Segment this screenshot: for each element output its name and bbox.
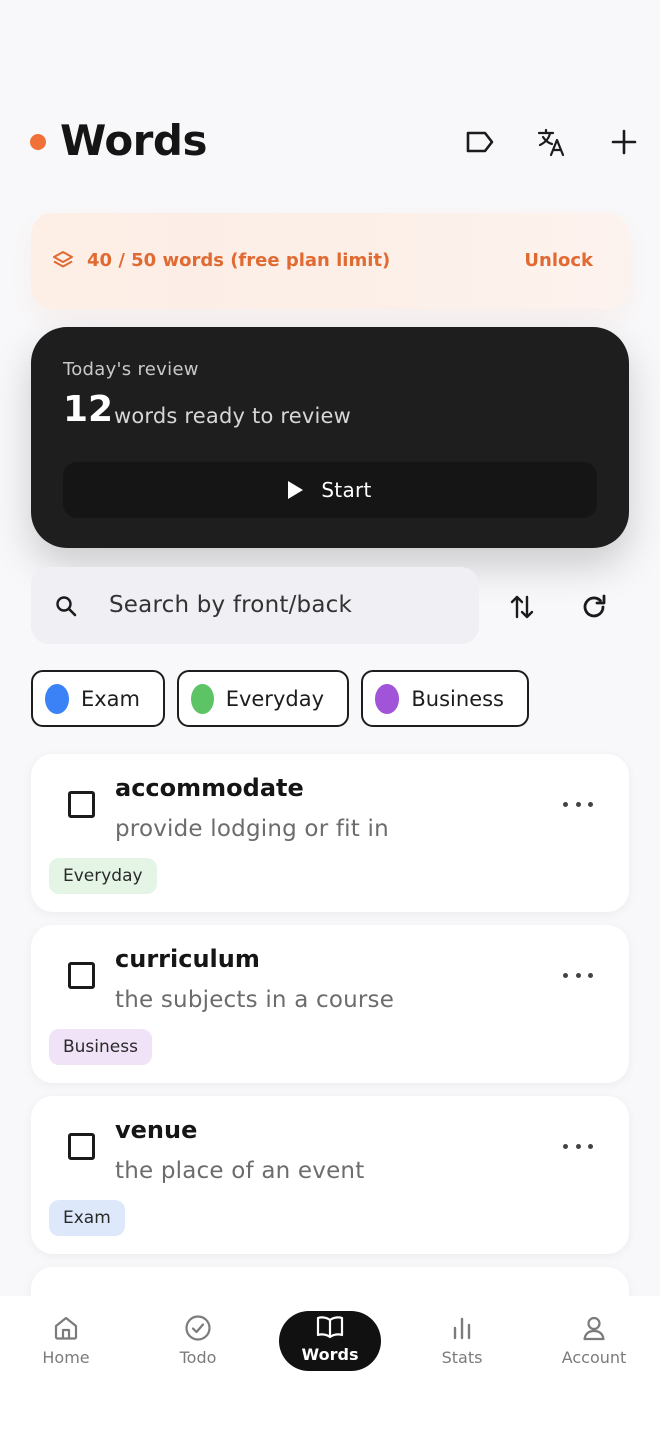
words-screen: Words 40 / 50 words (free plan limit) Un… bbox=[0, 0, 660, 1434]
play-icon bbox=[288, 481, 304, 499]
word-card[interactable]: curriculum the subjects in a course Busi… bbox=[31, 925, 629, 1083]
nav-label: Home bbox=[42, 1348, 90, 1367]
more-icon[interactable] bbox=[563, 796, 593, 812]
nav-words[interactable]: Words bbox=[279, 1311, 381, 1371]
start-label: Start bbox=[321, 478, 372, 502]
plan-limit-banner: 40 / 50 words (free plan limit) Unlock bbox=[31, 213, 629, 309]
word-back: the subjects in a course bbox=[115, 987, 395, 1013]
select-checkbox[interactable] bbox=[68, 791, 95, 818]
bottom-nav: Home Todo Words Stats Account bbox=[0, 1296, 660, 1434]
plan-limit-text: 40 / 50 words (free plan limit) bbox=[87, 250, 391, 271]
tag-icon[interactable] bbox=[460, 122, 500, 162]
more-icon[interactable] bbox=[563, 967, 593, 983]
filter-chip-everyday[interactable]: Everyday bbox=[177, 670, 349, 727]
search-icon bbox=[55, 595, 77, 617]
user-icon bbox=[578, 1312, 610, 1344]
select-checkbox[interactable] bbox=[68, 962, 95, 989]
review-description: words ready to review bbox=[114, 404, 352, 428]
color-dot bbox=[375, 683, 400, 714]
word-tag: Exam bbox=[49, 1200, 125, 1236]
status-dot bbox=[30, 134, 46, 150]
chip-label: Exam bbox=[80, 686, 140, 711]
review-card: Today's review 12 words ready to review … bbox=[31, 327, 629, 548]
refresh-icon[interactable] bbox=[574, 587, 614, 627]
word-front: venue bbox=[115, 1116, 198, 1144]
word-card[interactable]: venue the place of an event Exam bbox=[31, 1096, 629, 1254]
header: Words bbox=[0, 112, 660, 172]
book-open-icon bbox=[314, 1311, 346, 1343]
search-box bbox=[31, 567, 479, 644]
translate-icon[interactable] bbox=[532, 122, 572, 162]
start-review-button[interactable]: Start bbox=[63, 462, 597, 518]
word-card[interactable]: accommodate provide lodging or fit in Ev… bbox=[31, 754, 629, 912]
select-checkbox[interactable] bbox=[68, 1133, 95, 1160]
check-circle-icon bbox=[182, 1312, 214, 1344]
nav-account[interactable]: Account bbox=[544, 1312, 644, 1372]
nav-label: Stats bbox=[441, 1348, 483, 1367]
nav-label: Todo bbox=[179, 1348, 217, 1367]
filter-chip-business[interactable]: Business bbox=[361, 670, 529, 727]
nav-label: Words bbox=[301, 1345, 359, 1364]
word-back: the place of an event bbox=[115, 1158, 365, 1184]
home-icon bbox=[50, 1312, 82, 1344]
chip-label: Everyday bbox=[225, 686, 324, 711]
chip-label: Business bbox=[411, 686, 504, 711]
nav-stats[interactable]: Stats bbox=[412, 1312, 512, 1372]
color-dot bbox=[45, 683, 69, 714]
layers-icon bbox=[51, 249, 75, 273]
word-front: accommodate bbox=[115, 774, 304, 802]
nav-label: Account bbox=[561, 1348, 627, 1367]
word-front: curriculum bbox=[115, 945, 260, 973]
filter-chips: Exam Everyday Business bbox=[31, 670, 529, 727]
word-back: provide lodging or fit in bbox=[115, 816, 389, 842]
page-title: Words bbox=[60, 116, 207, 165]
word-tag: Business bbox=[49, 1029, 152, 1065]
filter-chip-exam[interactable]: Exam bbox=[31, 670, 165, 727]
bar-chart-icon bbox=[446, 1312, 478, 1344]
review-label: Today's review bbox=[63, 359, 199, 380]
sort-icon[interactable] bbox=[502, 587, 542, 627]
more-icon[interactable] bbox=[563, 1138, 593, 1154]
add-icon[interactable] bbox=[604, 122, 644, 162]
search-input[interactable] bbox=[109, 585, 449, 625]
word-tag: Everyday bbox=[49, 858, 157, 894]
nav-todo[interactable]: Todo bbox=[148, 1312, 248, 1372]
unlock-button[interactable]: Unlock bbox=[524, 250, 593, 271]
color-dot bbox=[191, 683, 214, 714]
review-count: 12 bbox=[63, 389, 114, 430]
nav-home[interactable]: Home bbox=[16, 1312, 116, 1372]
